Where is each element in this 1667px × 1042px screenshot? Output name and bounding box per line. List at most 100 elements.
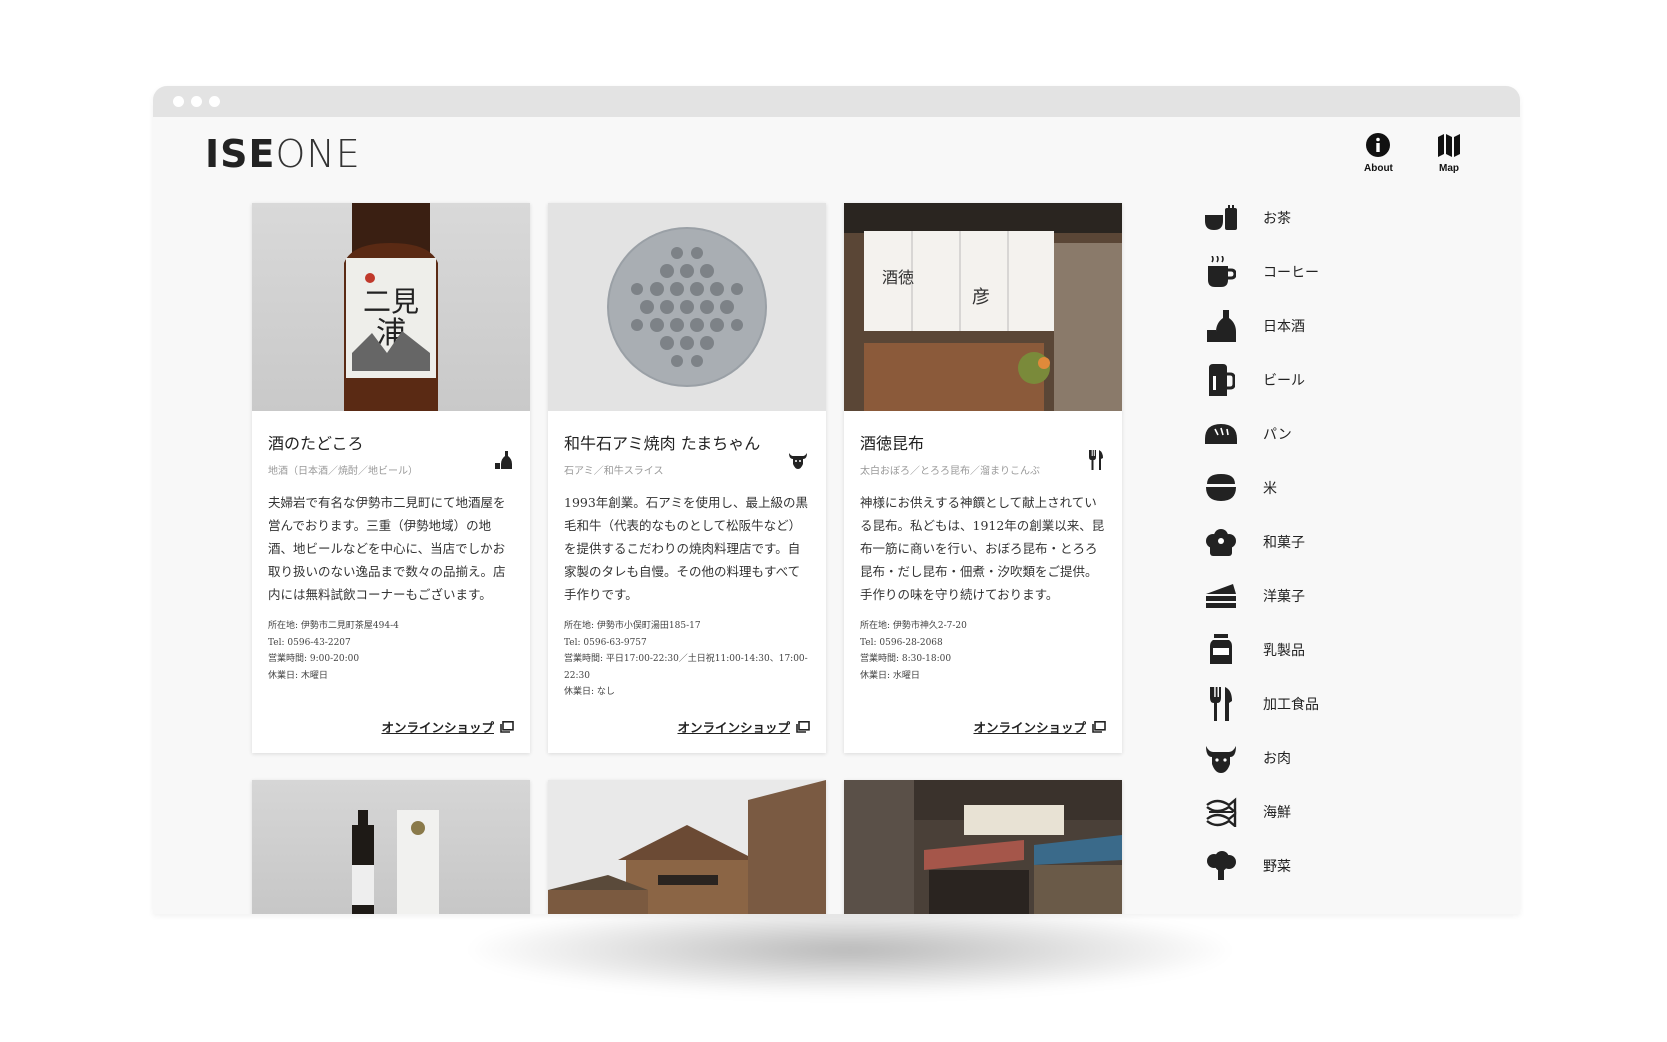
category-meat[interactable]: お肉 [1201,738,1401,778]
shop-description: 夫婦岩で有名な伊勢市二見町にて地酒屋を営んでおります。三重（伊勢地域）の地酒、地… [268,495,506,602]
milk-icon [1210,634,1232,664]
shop-address: 所在地: 伊勢市二見町茶屋494-4 [268,621,399,631]
shop-info: 所在地: 伊勢市神久2-7-20 Tel: 0596-28-2068 営業時間:… [860,618,1106,684]
external-link-icon [500,720,514,733]
category-dairy[interactable]: 乳製品 [1201,630,1401,670]
category-label: お肉 [1263,751,1291,767]
online-shop-label: オンラインショップ [973,720,1086,735]
shop-photo [548,203,826,411]
logo-light: ONE [275,132,361,176]
rice-icon [1206,474,1236,501]
logo-bold: ISE [205,132,276,176]
fork-knife-icon [1210,687,1232,721]
shop-tel: Tel: 0596-63-9757 [564,637,647,648]
bread-icon [1205,424,1237,444]
shop-hours: 営業時間: 9:00-20:00 [268,654,360,664]
external-link-icon [1092,720,1106,733]
svg-text:彦: 彦 [972,287,990,308]
online-shop-link[interactable]: オンラインショップ [381,717,514,736]
category-label: お茶 [1263,211,1291,227]
category-beer[interactable]: ビール [1201,360,1401,400]
shop-closed: 休業日: なし [564,687,615,697]
shop-card[interactable] [548,780,826,914]
broccoli-icon [1207,851,1236,880]
shop-title: 和牛石アミ焼肉 たまちゃん [564,434,761,453]
shop-subtitle: 太白おぼろ／とろろ昆布／溜まりこんぶ [860,466,1040,477]
fork-knife-icon [1089,450,1103,470]
online-shop-link[interactable]: オンラインショップ [973,717,1106,736]
shop-card[interactable] [844,780,1122,914]
shop-photo: 二見 浦 [252,203,530,411]
fish-icon [1206,797,1237,827]
category-label: 洋菓子 [1263,589,1305,605]
shop-card[interactable]: 酒徳 彦 酒徳昆布 太白おぼろ／とろろ昆布／溜まりこんぶ 神様にお供えする神饌と… [844,203,1122,753]
cow-icon [1206,746,1236,773]
shop-info: 所在地: 伊勢市二見町茶屋494-4 Tel: 0596-43-2207 営業時… [268,618,514,684]
shop-photo: 酒徳 彦 [844,203,1122,411]
title-bar [153,86,1520,117]
category-label: 日本酒 [1263,319,1305,335]
tea-icon [1205,205,1237,230]
category-sake[interactable]: 日本酒 [1201,306,1401,346]
shop-tel: Tel: 0596-28-2068 [860,637,943,648]
online-shop-label: オンラインショップ [381,720,494,735]
shop-subtitle: 地酒（日本酒／焼酎／地ビール） [268,466,418,477]
site-logo[interactable]: ISEONE [205,132,361,176]
category-label: 加工食品 [1263,697,1319,713]
wagashi-icon [1206,529,1236,556]
shop-photo [252,780,530,914]
shop-tel: Tel: 0596-43-2207 [268,637,351,648]
shop-hours: 営業時間: 平日17:00-22:30／土日祝11:00-14:30、17:00… [564,654,808,681]
cake-icon [1206,584,1236,608]
external-link-icon [796,720,810,733]
category-label: 乳製品 [1263,643,1305,659]
shop-card[interactable]: 和牛石アミ焼肉 たまちゃん 石アミ／和牛スライス 1993年創業。石アミを使用し… [548,203,826,753]
category-coffee[interactable]: コーヒー [1201,252,1401,292]
category-label: 海鮮 [1263,805,1291,821]
shop-card[interactable]: 二見 浦 酒のたどころ 地酒（日本酒／焼酎／地ビール） 夫婦岩で有名な伊勢市二見… [252,203,530,753]
shop-title: 酒のたどころ [268,434,364,453]
window-dot [173,96,184,107]
cow-icon [789,453,807,469]
shop-subtitle: 石アミ／和牛スライス [564,466,664,477]
shop-description: 神様にお供えする神饌として献上されている昆布。私どもは、1912年の創業以来、昆… [860,495,1105,602]
category-bread[interactable]: パン [1201,414,1401,454]
nav-about-button[interactable]: About [1364,132,1393,174]
shop-closed: 休業日: 木曜日 [268,670,328,681]
shop-address: 所在地: 伊勢市小俣町湯田185-17 [564,621,701,631]
shop-info: 所在地: 伊勢市小俣町湯田185-17 Tel: 0596-63-9757 営業… [564,618,810,701]
browser-window: ISEONE About Map 二見 浦 酒のたどころ 地酒（日本酒／焼酎／地… [153,86,1520,914]
online-shop-label: オンラインショップ [677,720,790,735]
nav-map-label: Map [1439,163,1459,174]
category-label: パン [1263,427,1292,443]
online-shop-link[interactable]: オンラインショップ [677,717,810,736]
shop-description: 1993年創業。石アミを使用し、最上級の黒毛和牛（代表的なものとして松阪牛など）… [564,495,809,602]
category-label: 米 [1263,481,1277,497]
category-vegetables[interactable]: 野菜 [1201,846,1401,886]
shop-address: 所在地: 伊勢市神久2-7-20 [860,621,967,631]
shop-closed: 休業日: 水曜日 [860,670,920,681]
category-processed[interactable]: 加工食品 [1201,684,1401,724]
svg-text:二見: 二見 [363,285,419,318]
category-label: 和菓子 [1263,535,1305,551]
category-label: コーヒー [1263,265,1319,281]
window-dot [209,96,220,107]
sake-icon [1207,310,1236,342]
category-label: ビール [1263,373,1305,389]
nav-about-label: About [1364,163,1393,174]
shop-hours: 営業時間: 8:30-18:00 [860,654,952,664]
coffee-icon [1208,256,1236,287]
category-cake[interactable]: 洋菓子 [1201,576,1401,616]
category-wagashi[interactable]: 和菓子 [1201,522,1401,562]
beer-icon [1209,364,1235,396]
window-dot [191,96,202,107]
category-rice[interactable]: 米 [1201,468,1401,508]
nav-map-button[interactable]: Map [1436,132,1462,174]
category-seafood[interactable]: 海鮮 [1201,792,1401,832]
category-tea[interactable]: お茶 [1201,198,1401,238]
svg-text:酒徳: 酒徳 [882,268,914,287]
sake-bottle-icon [495,451,512,469]
shop-card[interactable] [252,780,530,914]
category-label: 野菜 [1263,859,1291,875]
shop-photo [548,780,826,914]
